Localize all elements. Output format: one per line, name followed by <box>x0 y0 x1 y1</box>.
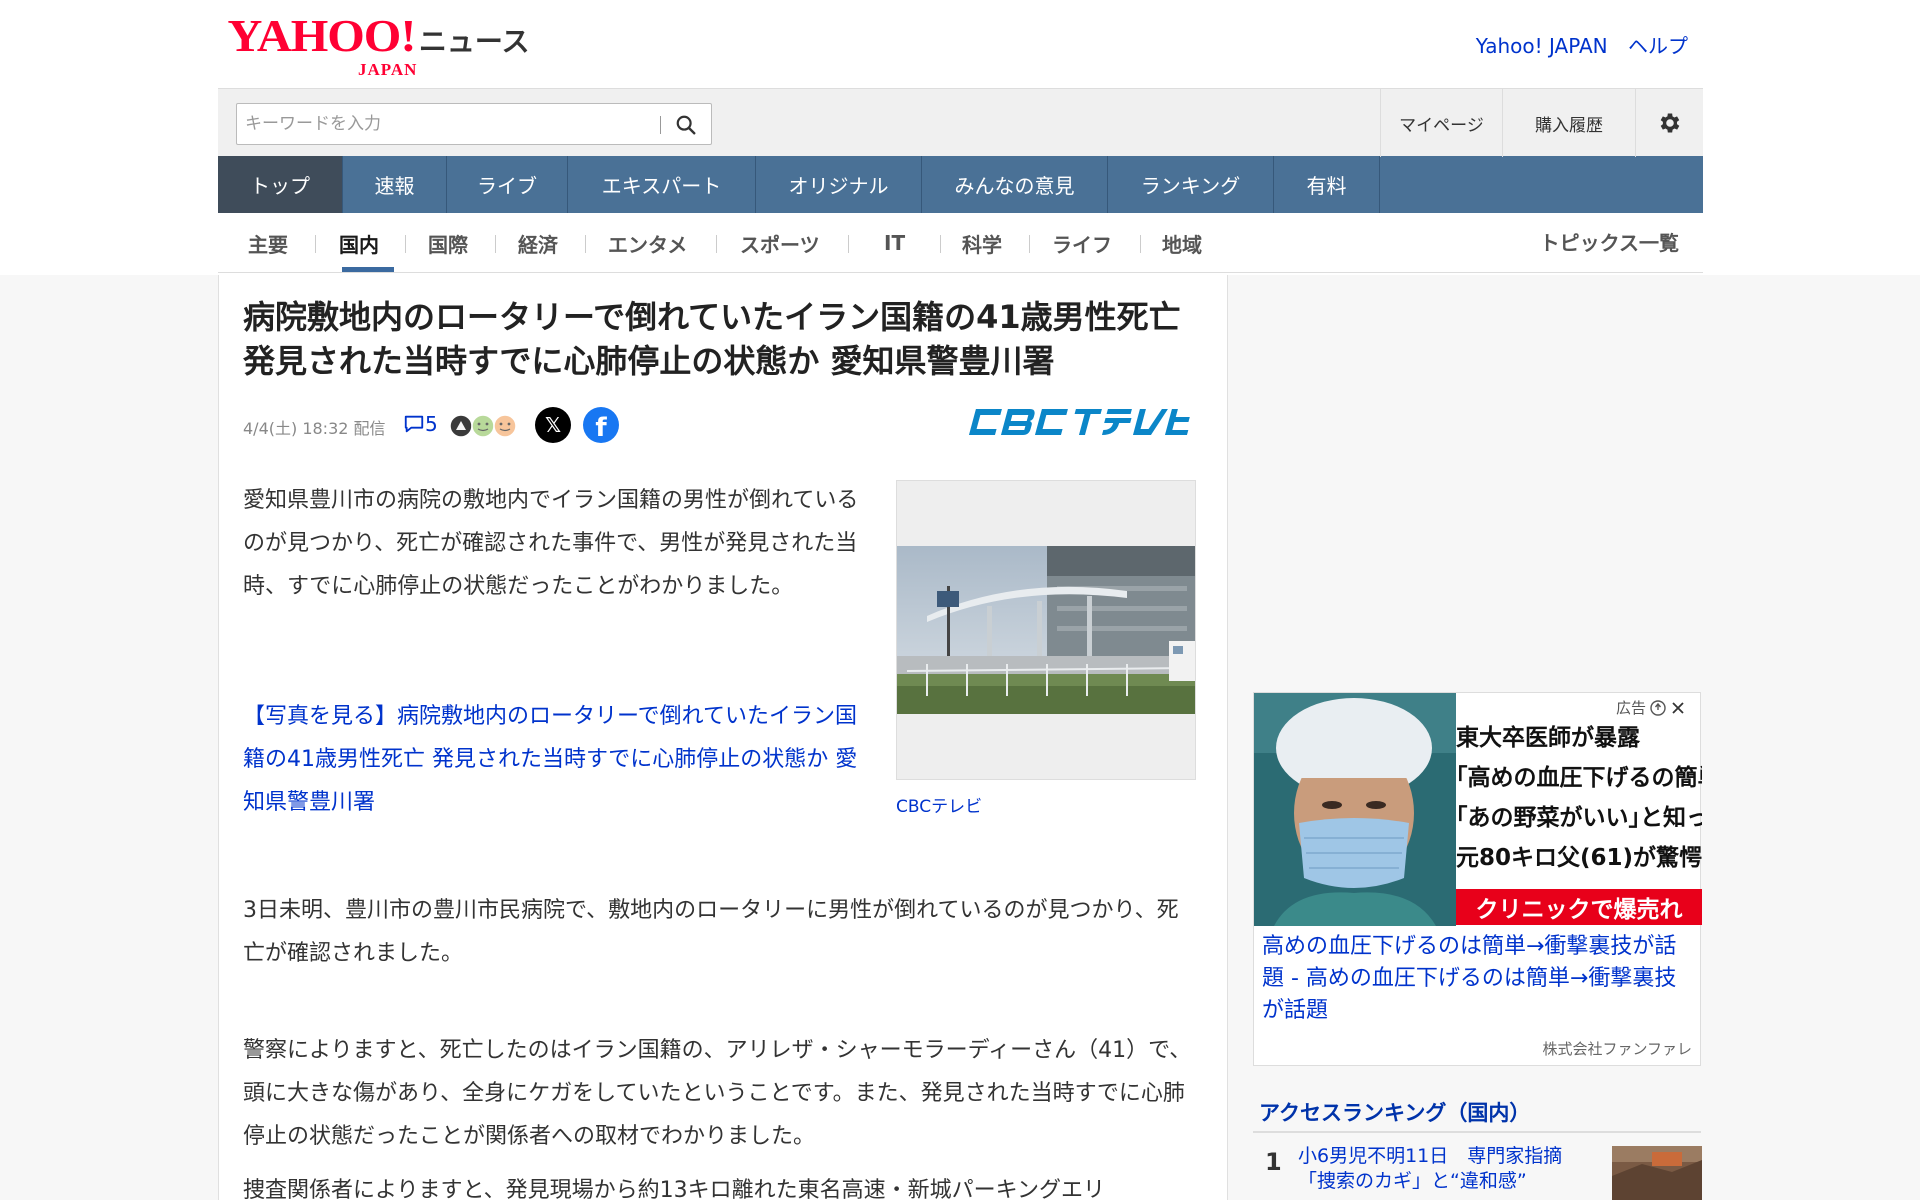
cbc-tv-logo-mark <box>968 409 1190 435</box>
ad-image[interactable]: 東大卒医師が暴露 ｢高めの血圧下げるの簡単｣ ｢あの野菜がいい｣と知った 元80… <box>1254 693 1702 926</box>
article-paragraph-4: 捜査関係者によりますと、発見現場から約13キロ離れた東名高速・新城パーキングエリ <box>243 1178 1106 1200</box>
ad-advertiser: 株式会社ファンファレ <box>1542 1040 1692 1058</box>
main-nav: トップ 速報 ライブ エキスパート オリジナル みんなの意見 ランキング 有料 <box>218 156 1703 213</box>
ranking-divider <box>1253 1131 1701 1133</box>
ad-label[interactable]: 広告 <box>1611 695 1690 720</box>
article-paragraph-3: 警察によりますと、死亡したのはイラン国籍の、アリレザ・シャーモラーディーさん（4… <box>243 1038 1192 1149</box>
tab-separator <box>848 235 849 253</box>
article-paragraph-1: 愛知県豊川市の病院の敷地内でイラン国籍の男性が倒れているのが見つかり、死亡が確認… <box>243 488 859 599</box>
nav-breaking[interactable]: 速報 <box>343 156 447 213</box>
tab-economy[interactable]: 経済 <box>518 227 558 259</box>
tab-separator <box>1140 235 1141 253</box>
tab-life[interactable]: ライフ <box>1052 227 1112 259</box>
photo-caption[interactable]: CBCテレビ <box>896 792 982 817</box>
search-box <box>236 103 712 145</box>
utility-links: マイページ 購入履歴 <box>1380 89 1703 157</box>
ad-headline-4: 元80キロ父(61)が驚愕。 <box>1456 845 1702 871</box>
search-divider <box>660 116 661 134</box>
reaction-icons[interactable] <box>449 413 519 439</box>
article-title-line1: 病院敷地内のロータリーで倒れていたイラン国籍の41歳男性死亡 <box>243 298 1181 336</box>
close-icon[interactable] <box>1670 700 1686 716</box>
tab-separator <box>585 235 586 253</box>
share-facebook-button[interactable]: f <box>583 407 619 443</box>
yahoo-news-logo[interactable]: YAHOO! JAPAN ニュース <box>228 13 530 80</box>
category-tabs: 主要 国内 国際 経済 エンタメ スポーツ IT 科学 ライフ 地域 トピックス… <box>218 213 1703 273</box>
tab-main[interactable]: 主要 <box>248 227 288 259</box>
yahoo-japan-link[interactable]: Yahoo! JAPAN <box>1476 34 1608 58</box>
ad-banner: クリニックで爆売れ <box>1456 889 1702 925</box>
article-photo[interactable] <box>896 480 1196 780</box>
comment-count: 5 <box>425 412 438 436</box>
tab-entertainment[interactable]: エンタメ <box>608 227 687 259</box>
tab-separator <box>1029 235 1030 253</box>
share-x-button[interactable]: 𝕏 <box>535 407 571 443</box>
tab-separator <box>315 235 316 253</box>
tab-separator <box>940 235 941 253</box>
nav-paid[interactable]: 有料 <box>1274 156 1380 213</box>
page-header: YAHOO! JAPAN ニュース Yahoo! JAPAN ヘルプ マイページ… <box>218 0 1703 273</box>
ranking-number: 1 <box>1265 1148 1282 1176</box>
search-input[interactable] <box>245 112 645 136</box>
nav-original[interactable]: オリジナル <box>756 156 922 213</box>
hospital-photo <box>897 546 1195 714</box>
tab-it[interactable]: IT <box>884 227 905 259</box>
ranking-title[interactable]: アクセスランキング（国内） <box>1259 1097 1530 1127</box>
publish-date: 4/4(土) 18:32 配信 <box>243 419 386 438</box>
cbc-tv-logo[interactable] <box>967 405 1203 447</box>
purchase-history-link[interactable]: 購入履歴 <box>1502 89 1635 157</box>
ad-headline-2: ｢高めの血圧下げるの簡単｣ <box>1456 765 1702 791</box>
comments-link[interactable]: 5 <box>403 412 438 436</box>
article-panel: 病院敷地内のロータリーで倒れていたイラン国籍の41歳男性死亡 発見された当時すで… <box>218 275 1228 1200</box>
search-bar: マイページ 購入履歴 <box>218 88 1703 157</box>
tab-separator <box>405 235 406 253</box>
settings-button[interactable] <box>1635 89 1703 157</box>
tab-international[interactable]: 国際 <box>428 227 468 259</box>
ad-label-text: 広告 <box>1615 699 1646 717</box>
see-photos-link[interactable]: 【写真を見る】病院敷地内のロータリーで倒れていたイラン国籍の41歳男性死亡 発見… <box>243 695 873 824</box>
article-paragraph-2: 3日未明、豊川市の豊川市民病院で、敷地内のロータリーに男性が倒れているのが見つか… <box>243 898 1179 966</box>
nav-opinions[interactable]: みんなの意見 <box>922 156 1108 213</box>
comment-icon <box>404 415 424 433</box>
tab-sports[interactable]: スポーツ <box>740 227 820 259</box>
tab-separator <box>716 235 717 253</box>
ad-headline-3: ｢あの野菜がいい｣と知った <box>1456 805 1702 831</box>
sidebar-ad[interactable]: 東大卒医師が暴露 ｢高めの血圧下げるの簡単｣ ｢あの野菜がいい｣と知った 元80… <box>1253 692 1702 1066</box>
article-title-line2: 発見された当時すでに心肺停止の状態か 愛知県警豊川署 <box>243 342 1055 380</box>
header-links: Yahoo! JAPAN ヘルプ <box>1462 30 1688 59</box>
ad-headline-1: 東大卒医師が暴露 <box>1456 725 1640 751</box>
article-meta: 4/4(土) 18:32 配信 5 𝕏 f <box>243 405 1203 445</box>
info-icon[interactable] <box>1650 699 1666 716</box>
nav-expert[interactable]: エキスパート <box>568 156 756 213</box>
doctor-illustration <box>1254 693 1456 926</box>
site-header: YAHOO! JAPAN ニュース Yahoo! JAPAN ヘルプ <box>218 0 1703 88</box>
nav-live[interactable]: ライブ <box>447 156 568 213</box>
x-icon: 𝕏 <box>544 413 562 437</box>
gear-icon <box>1660 113 1679 133</box>
active-tab-indicator <box>342 267 394 272</box>
ranking-thumbnail[interactable] <box>1612 1146 1702 1200</box>
logo-news-text: ニュース <box>418 25 530 58</box>
ranking-item-link[interactable]: 小6男児不明11日 専門家指摘「捜索のカギ」と“違和感” <box>1298 1144 1598 1194</box>
ranking-thumbnail-image <box>1612 1146 1702 1200</box>
mypage-link[interactable]: マイページ <box>1380 89 1502 157</box>
tab-region[interactable]: 地域 <box>1162 227 1202 259</box>
nav-top[interactable]: トップ <box>218 156 343 213</box>
tab-separator <box>495 235 496 253</box>
article-title: 病院敷地内のロータリーで倒れていたイラン国籍の41歳男性死亡 発見された当時すで… <box>243 295 1203 383</box>
tab-domestic[interactable]: 国内 <box>339 227 379 259</box>
nav-ranking[interactable]: ランキング <box>1108 156 1274 213</box>
logo-japan-text: JAPAN <box>358 60 418 79</box>
facebook-icon: f <box>595 413 607 443</box>
help-link[interactable]: ヘルプ <box>1628 34 1688 58</box>
logo-yahoo-text: YAHOO! <box>227 10 417 61</box>
topics-list-link[interactable]: トピックス一覧 <box>1540 227 1679 256</box>
search-icon[interactable] <box>675 114 697 136</box>
tab-science[interactable]: 科学 <box>962 227 1002 259</box>
ad-text-link[interactable]: 高めの血圧下げるのは簡単→衝撃裏技が話題 - 高めの血圧下げるのは簡単→衝撃裏技… <box>1262 931 1694 1027</box>
